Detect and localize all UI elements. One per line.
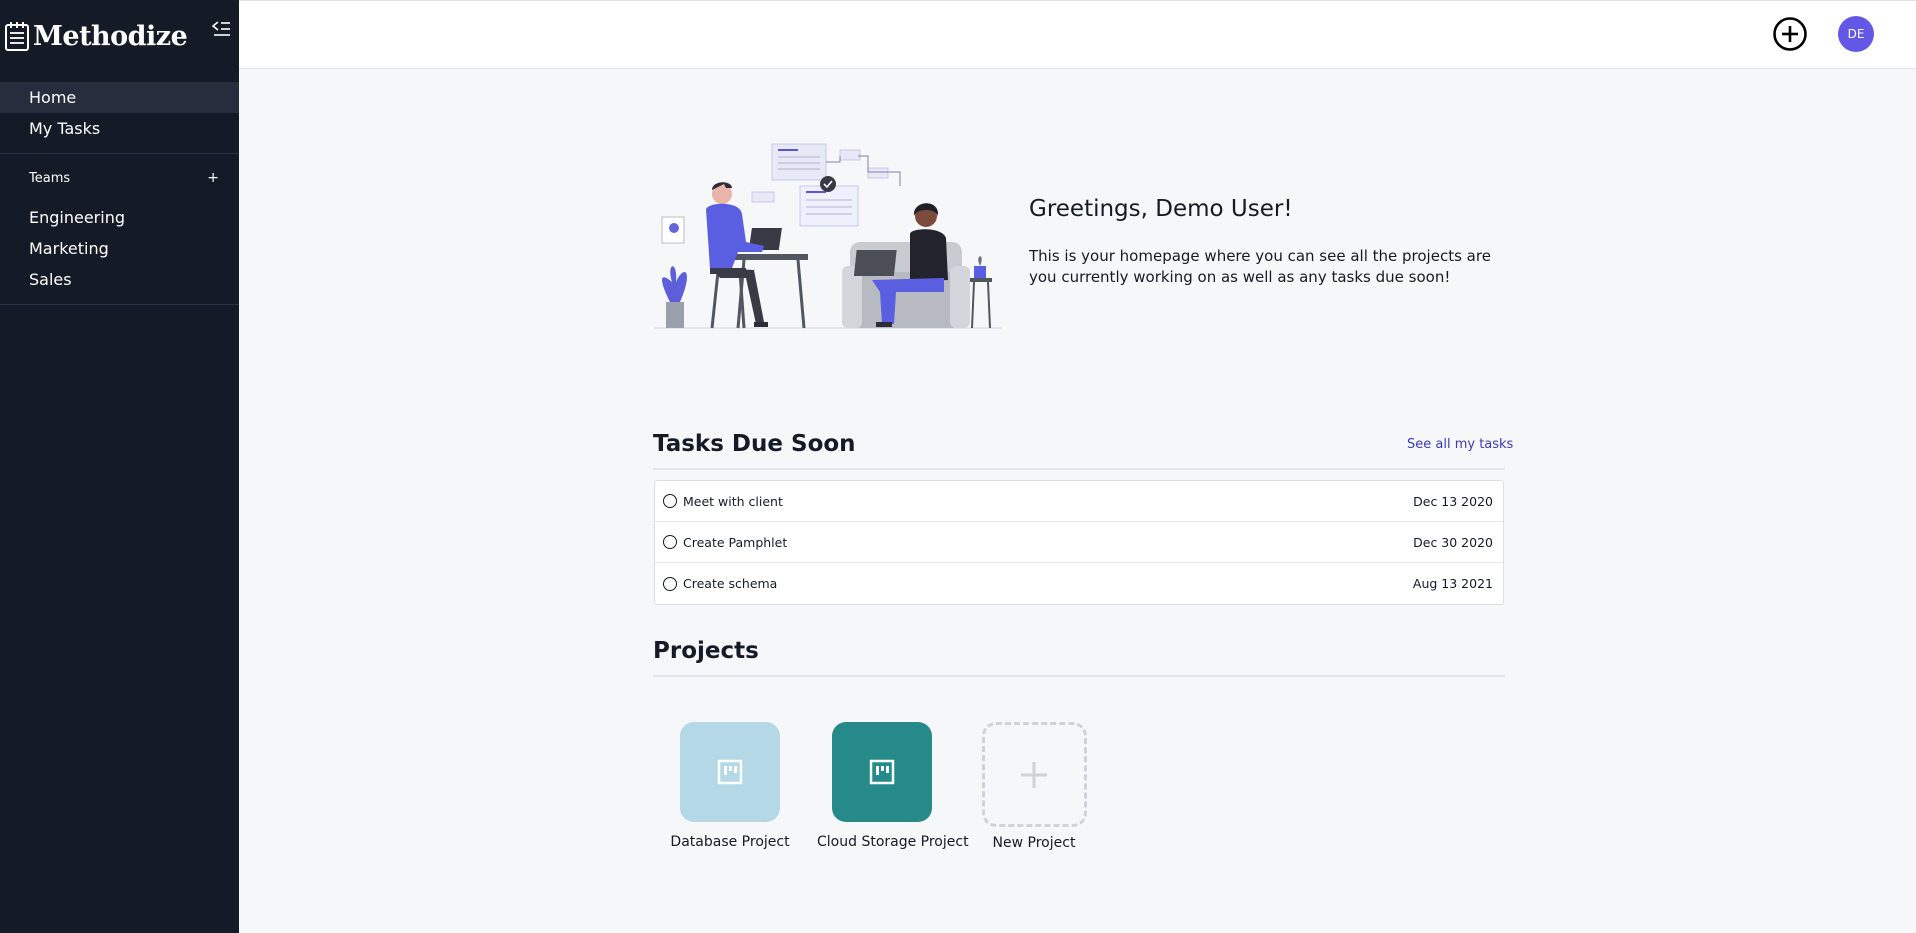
brand[interactable]: Methodize: [4, 16, 188, 56]
greeting-text: This is your homepage where you can see …: [1029, 247, 1491, 286]
calendar-logo-icon: [5, 22, 29, 51]
top-bar: [239, 0, 1916, 69]
board-icon: [717, 759, 743, 785]
board-icon: [869, 759, 895, 785]
see-all-tasks-link[interactable]: See all my tasks: [1407, 437, 1513, 452]
new-project-card[interactable]: New Project: [969, 722, 1099, 851]
plus-circle-icon[interactable]: [1772, 16, 1808, 52]
team-working-illustration: [654, 143, 1002, 329]
add-team-button[interactable]: +: [207, 170, 219, 186]
task-due-date: Dec 13 2020: [1413, 493, 1493, 509]
project-name: Cloud Storage Project: [817, 834, 969, 850]
task-name: Meet with client: [683, 493, 783, 509]
project-tile[interactable]: [680, 722, 780, 822]
nav-my-tasks[interactable]: My Tasks: [0, 113, 239, 144]
task-due-date: Aug 13 2021: [1412, 576, 1493, 591]
project-card-database[interactable]: Database Project: [665, 722, 795, 850]
new-project-label: New Project: [992, 835, 1076, 851]
user-avatar[interactable]: DE: [1838, 16, 1874, 52]
brand-name: Methodize: [33, 20, 188, 52]
team-marketing[interactable]: Marketing: [0, 233, 239, 264]
nav-my-tasks-label: My Tasks: [29, 119, 101, 138]
task-row[interactable]: Create Pamphlet Dec 30 2020: [655, 522, 1503, 563]
project-name: Database Project: [670, 834, 790, 850]
sidebar-divider: [0, 153, 239, 154]
projects-section-title: Projects: [653, 638, 759, 664]
task-complete-circle-icon[interactable]: [663, 494, 677, 508]
team-label: Marketing: [29, 239, 109, 258]
team-label: Engineering: [29, 208, 125, 227]
section-divider: [653, 468, 1505, 470]
nav-home[interactable]: Home: [0, 82, 239, 113]
task-row[interactable]: Create schema Aug 13 2021: [655, 563, 1503, 604]
task-complete-circle-icon[interactable]: [663, 576, 677, 591]
teams-header: Teams +: [0, 166, 239, 190]
task-row[interactable]: Meet with client Dec 13 2020: [655, 481, 1503, 522]
collapse-sidebar-icon[interactable]: [210, 18, 232, 40]
plus-icon: [1021, 761, 1047, 788]
section-divider: [653, 675, 1505, 677]
sidebar-divider: [0, 304, 239, 305]
task-name: Create schema: [683, 576, 778, 591]
new-project-tile[interactable]: [981, 722, 1087, 827]
team-label: Sales: [29, 270, 72, 289]
project-tile[interactable]: [832, 722, 932, 822]
tasks-list: Meet with client Dec 13 2020 Create Pamp…: [654, 480, 1504, 605]
task-due-date: Dec 30 2020: [1413, 534, 1493, 550]
greeting-title: Greetings, Demo User!: [1029, 196, 1293, 222]
sidebar: Methodize Home My Tasks Teams + Engineer…: [0, 0, 239, 933]
team-sales[interactable]: Sales: [0, 264, 239, 295]
nav-home-label: Home: [29, 88, 77, 107]
task-name: Create Pamphlet: [683, 534, 788, 550]
teams-label: Teams: [29, 170, 71, 186]
project-card-cloud-storage[interactable]: Cloud Storage Project: [817, 722, 969, 850]
task-complete-circle-icon[interactable]: [663, 535, 677, 549]
team-engineering[interactable]: Engineering: [0, 202, 239, 233]
tasks-section-title: Tasks Due Soon: [653, 431, 856, 457]
